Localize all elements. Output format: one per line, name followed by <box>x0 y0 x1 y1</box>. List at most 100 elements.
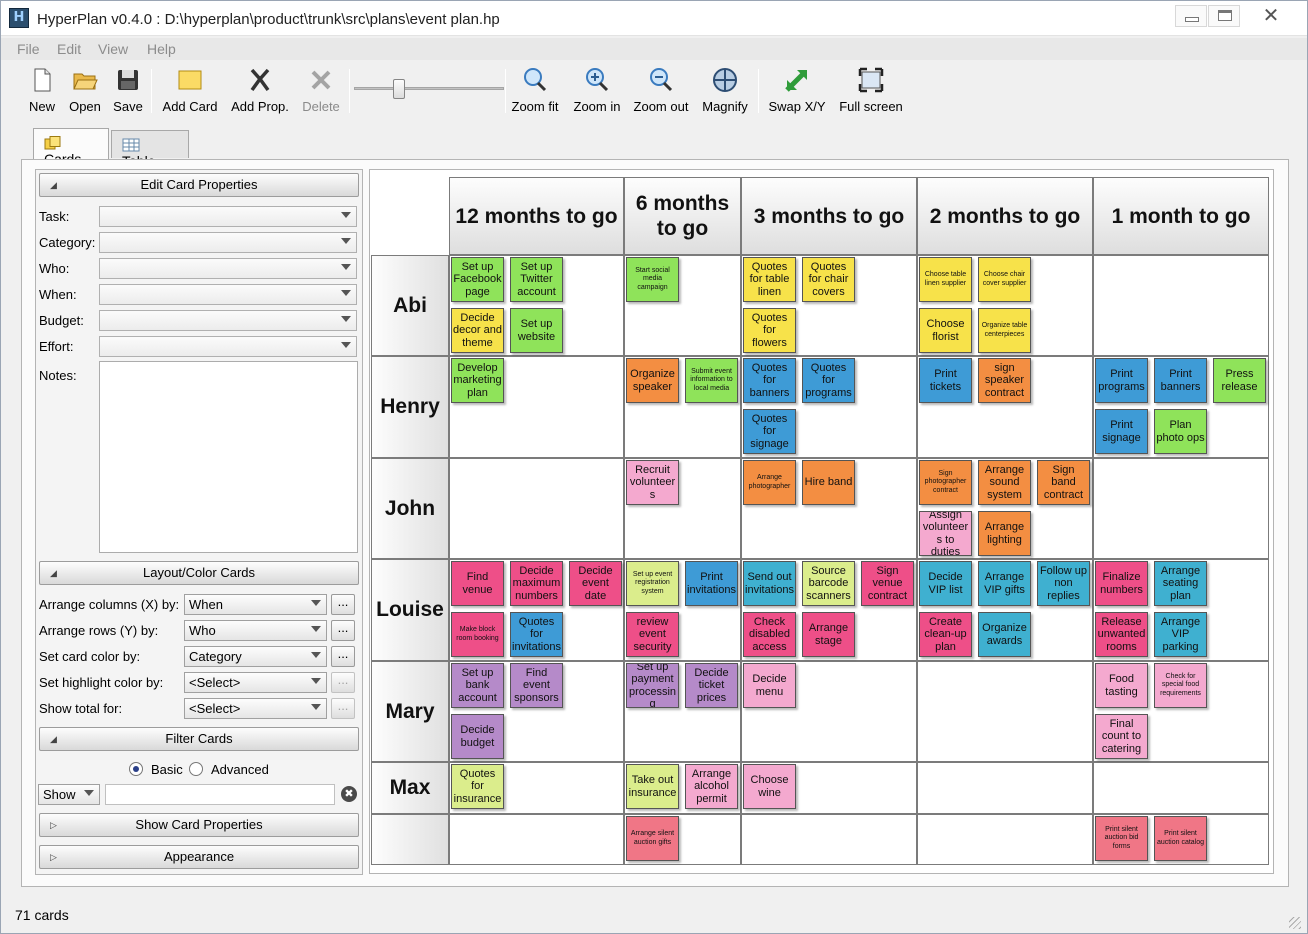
grid-cell[interactable] <box>917 762 1093 814</box>
task-card[interactable]: Decide event date <box>569 561 622 606</box>
task-card[interactable]: Print programs <box>1095 358 1148 403</box>
task-card[interactable]: Take out insurance <box>626 764 679 809</box>
task-card[interactable]: Set up payment processing <box>626 663 679 708</box>
menu-file[interactable]: File <box>17 41 40 57</box>
who-field[interactable] <box>99 258 357 279</box>
task-card[interactable]: Decide ticket prices <box>685 663 738 708</box>
task-card[interactable]: Make block room booking <box>451 612 504 657</box>
task-card[interactable]: Sign photographer contract <box>919 460 972 505</box>
task-card[interactable]: Decide budget <box>451 714 504 759</box>
task-card[interactable]: Quotes for flowers <box>743 308 796 353</box>
task-card[interactable]: Develop marketing plan <box>451 358 504 403</box>
task-card[interactable]: Choose wine <box>743 764 796 809</box>
task-card[interactable]: Find venue <box>451 561 504 606</box>
task-card[interactable]: Recruit volunteers <box>626 460 679 505</box>
minimize-button[interactable] <box>1175 5 1207 27</box>
task-card[interactable]: Assign volunteers to duties <box>919 511 972 556</box>
menu-help[interactable]: Help <box>147 41 176 57</box>
category-field[interactable] <box>99 232 357 253</box>
grid-cell[interactable] <box>1093 458 1269 559</box>
budget-field[interactable] <box>99 310 357 331</box>
highlight-color-options-button[interactable]: ... <box>331 672 355 693</box>
task-card[interactable]: sign speaker contract <box>978 358 1031 403</box>
task-card[interactable]: Submit event information to local media <box>685 358 738 403</box>
clear-filter-icon[interactable]: ✖ <box>341 786 357 802</box>
filter-text-input[interactable] <box>105 784 335 805</box>
tab-cards[interactable]: Cards <box>33 128 109 167</box>
full-screen-button[interactable]: Full screen <box>837 67 905 117</box>
arrange-rows-options-button[interactable]: ... <box>331 620 355 641</box>
task-card[interactable]: Set up event registration system <box>626 561 679 606</box>
task-card[interactable]: Quotes for insurance <box>451 764 504 809</box>
task-card[interactable]: Check for special food requirements <box>1154 663 1207 708</box>
task-card[interactable]: Arrange silent auction gifts <box>626 816 679 861</box>
row-header[interactable]: Mary <box>371 661 449 762</box>
column-header[interactable]: 3 months to go <box>741 177 917 255</box>
tab-table[interactable]: Table <box>111 130 189 169</box>
task-card[interactable]: Check disabled access <box>743 612 796 657</box>
menu-edit[interactable]: Edit <box>57 41 81 57</box>
zoom-slider-handle[interactable] <box>393 79 405 99</box>
filter-cards-header[interactable]: ◢ Filter Cards <box>39 727 359 751</box>
add-card-button[interactable]: Add Card <box>161 67 219 117</box>
task-card[interactable]: Print signage <box>1095 409 1148 454</box>
card-color-select[interactable]: Category <box>184 646 327 667</box>
task-card[interactable]: Organize awards <box>978 612 1031 657</box>
grid-cell[interactable] <box>917 814 1093 865</box>
task-card[interactable]: Arrange alcohol permit <box>685 764 738 809</box>
task-card[interactable]: Finalize numbers <box>1095 561 1148 606</box>
task-card[interactable]: Quotes for table linen <box>743 257 796 302</box>
task-card[interactable]: Print tickets <box>919 358 972 403</box>
task-card[interactable]: Arrange sound system <box>978 460 1031 505</box>
zoom-out-button[interactable]: Zoom out <box>631 67 691 117</box>
row-header[interactable]: John <box>371 458 449 559</box>
add-property-button[interactable]: Add Prop. <box>229 67 291 117</box>
column-header[interactable]: 6 months to go <box>624 177 741 255</box>
magnify-button[interactable]: Magnify <box>699 67 751 117</box>
task-card[interactable]: Hire band <box>802 460 855 505</box>
task-card[interactable]: Decide maximum numbers <box>510 561 563 606</box>
show-total-options-button[interactable]: ... <box>331 698 355 719</box>
close-button[interactable]: ✕ <box>1241 3 1301 27</box>
task-card[interactable]: Arrange seating plan <box>1154 561 1207 606</box>
task-card[interactable]: Create clean-up plan <box>919 612 972 657</box>
task-card[interactable]: Arrange photographer <box>743 460 796 505</box>
task-card[interactable]: Quotes for signage <box>743 409 796 454</box>
save-button[interactable]: Save <box>111 67 145 117</box>
task-card[interactable]: Choose table linen supplier <box>919 257 972 302</box>
card-color-options-button[interactable]: ... <box>331 646 355 667</box>
advanced-filter-radio[interactable] <box>189 762 203 776</box>
arrange-columns-select[interactable]: When <box>184 594 327 615</box>
task-card[interactable]: Final count to catering <box>1095 714 1148 759</box>
task-card[interactable]: Decide menu <box>743 663 796 708</box>
task-card[interactable]: Plan photo ops <box>1154 409 1207 454</box>
task-card[interactable]: Follow up non replies <box>1037 561 1090 606</box>
task-card[interactable]: Quotes for invitations <box>510 612 563 657</box>
task-card[interactable]: Release unwanted rooms <box>1095 612 1148 657</box>
grid-cell[interactable] <box>1093 762 1269 814</box>
task-card[interactable]: Decide VIP list <box>919 561 972 606</box>
task-card[interactable]: Food tasting <box>1095 663 1148 708</box>
task-card[interactable]: Send out invitations <box>743 561 796 606</box>
grid-cell[interactable] <box>741 814 917 865</box>
task-card[interactable]: Set up Twitter account <box>510 257 563 302</box>
row-header[interactable] <box>371 814 449 865</box>
task-card[interactable]: Press release <box>1213 358 1266 403</box>
task-card[interactable]: Set up Facebook page <box>451 257 504 302</box>
task-card[interactable]: Print banners <box>1154 358 1207 403</box>
menu-view[interactable]: View <box>98 41 128 57</box>
appearance-header[interactable]: ▷ Appearance <box>39 845 359 869</box>
task-card[interactable]: Find event sponsors <box>510 663 563 708</box>
grid-cell[interactable] <box>449 458 624 559</box>
task-card[interactable]: Arrange VIP gifts <box>978 561 1031 606</box>
row-header[interactable]: Max <box>371 762 449 814</box>
basic-filter-radio[interactable] <box>129 762 143 776</box>
row-header[interactable]: Henry <box>371 356 449 458</box>
task-card[interactable]: Choose florist <box>919 308 972 353</box>
task-card[interactable]: Start social media campaign <box>626 257 679 302</box>
layout-color-cards-header[interactable]: ◢ Layout/Color Cards <box>39 561 359 585</box>
task-card[interactable]: Sign band contract <box>1037 460 1090 505</box>
task-card[interactable]: Quotes for chair covers <box>802 257 855 302</box>
grid-cell[interactable] <box>917 661 1093 762</box>
zoom-slider-track[interactable] <box>354 87 504 90</box>
